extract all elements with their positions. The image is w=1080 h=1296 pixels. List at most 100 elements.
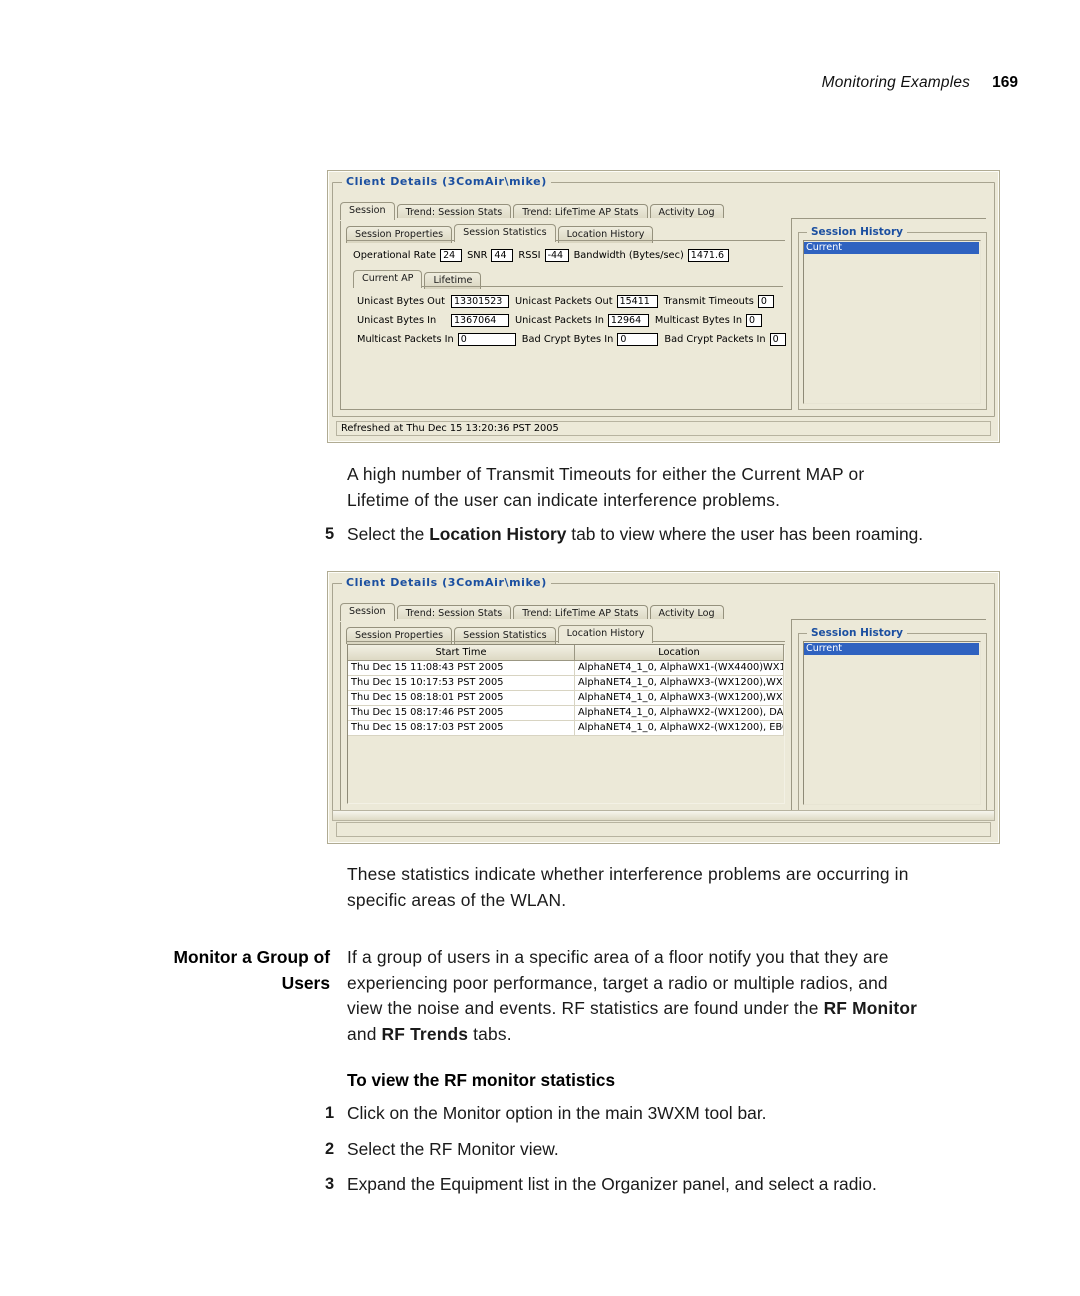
horizontal-scrollbar[interactable] bbox=[332, 810, 995, 821]
session-history-list[interactable]: Current bbox=[803, 240, 981, 404]
subheading-text: To view the RF monitor statistics bbox=[347, 1070, 616, 1090]
cell-start-time: Thu Dec 15 08:18:01 PST 2005 bbox=[348, 690, 575, 706]
unicast-bytes-out-label: Unicast Bytes Out bbox=[357, 296, 445, 307]
transmit-timeouts-value[interactable]: 0 bbox=[757, 295, 774, 308]
group-line-3: view the noise and events. RF statistics… bbox=[347, 996, 1019, 1022]
rssi-label: RSSI bbox=[518, 250, 541, 261]
step-2-text: Select the RF Monitor view. bbox=[347, 1138, 559, 1159]
paragraph-transmit-timeouts: A high number of Transmit Timeouts for e… bbox=[347, 462, 1019, 513]
status-bar-2 bbox=[336, 822, 991, 837]
numbered-steps-list: 1 Click on the Monitor option in the mai… bbox=[325, 1101, 1019, 1198]
step-1-text: Click on the Monitor option in the main … bbox=[347, 1103, 767, 1123]
unicast-packets-out-value[interactable]: 15411 bbox=[616, 295, 658, 308]
tab-current-ap[interactable]: Current AP bbox=[353, 270, 423, 288]
client-details-groupbox: Client Details (3ComAir\mike) Session Tr… bbox=[332, 175, 995, 417]
cell-location: AlphaNET4_1_0, AlphaWX1-(WX4400)WX1, … bbox=[574, 660, 784, 676]
snr-value[interactable]: 44 bbox=[491, 249, 514, 262]
unicast-bytes-out-value[interactable]: 13301523 bbox=[451, 295, 509, 308]
group-line-4-pre: and bbox=[347, 1023, 382, 1044]
session-history-group-2: Session History Current bbox=[798, 627, 987, 811]
rssi-value[interactable]: -44 bbox=[544, 249, 569, 262]
table-row[interactable]: Thu Dec 15 08:17:46 PST 2005 AlphaNET4_1… bbox=[348, 705, 784, 721]
tab-session-2[interactable]: Session bbox=[340, 603, 395, 621]
table-row[interactable]: Thu Dec 15 08:18:01 PST 2005 AlphaNET4_1… bbox=[348, 690, 784, 706]
location-history-table-body: Thu Dec 15 11:08:43 PST 2005 AlphaNET4_1… bbox=[348, 660, 784, 736]
group-line-4-post: tabs. bbox=[468, 1023, 512, 1044]
table-header-row: Start Time Location bbox=[348, 645, 784, 661]
unicast-packets-in-value[interactable]: 12964 bbox=[607, 314, 649, 327]
step-item: 2 Select the RF Monitor view. bbox=[325, 1137, 1019, 1163]
cell-location: AlphaNET4_1_0, AlphaWX3-(WX1200),WX3 … bbox=[574, 690, 784, 706]
client-details-groupbox-2: Client Details (3ComAir\mike) Session Tr… bbox=[332, 576, 995, 818]
session-history-title-2: Session History bbox=[807, 627, 908, 639]
column-start-time[interactable]: Start Time bbox=[348, 645, 575, 661]
table-row[interactable]: Thu Dec 15 10:17:53 PST 2005 AlphaNET4_1… bbox=[348, 675, 784, 691]
tab-location-history-2[interactable]: Location History bbox=[557, 625, 654, 643]
stats-row-3: Multicast Packets In 0 Bad Crypt Bytes I… bbox=[357, 333, 786, 346]
timeouts-line-2: Lifetime of the user can indicate interf… bbox=[347, 489, 781, 510]
multicast-bytes-in-label: Multicast Bytes In bbox=[654, 315, 743, 326]
screenshot-session-statistics: Client Details (3ComAir\mike) Session Tr… bbox=[327, 170, 1000, 443]
unicast-bytes-in-value[interactable]: 1367064 bbox=[451, 314, 509, 327]
group-line-3-pre: view the noise and events. RF statistics… bbox=[347, 998, 824, 1019]
inner-tab-underline bbox=[346, 240, 785, 241]
cell-location: AlphaNET4_1_0, AlphaWX2-(WX1200), EBC,… bbox=[574, 720, 784, 736]
stats-row-1: Unicast Bytes Out 13301523 Unicast Packe… bbox=[357, 295, 774, 308]
session-history-title: Session History bbox=[807, 226, 908, 238]
stats-row-2: Unicast Bytes In 1367064 Unicast Packets… bbox=[357, 314, 763, 327]
bad-crypt-bytes-in-label: Bad Crypt Bytes In bbox=[521, 334, 614, 345]
group-line-2: experiencing poor performance, target a … bbox=[347, 972, 888, 993]
step-2-number: 2 bbox=[325, 1139, 335, 1158]
cell-start-time: Thu Dec 15 08:17:46 PST 2005 bbox=[348, 705, 575, 721]
status-text: Refreshed at Thu Dec 15 13:20:36 PST 200… bbox=[341, 423, 559, 434]
table-row[interactable]: Thu Dec 15 11:08:43 PST 2005 AlphaNET4_1… bbox=[348, 660, 784, 676]
status-bar: Refreshed at Thu Dec 15 13:20:36 PST 200… bbox=[336, 421, 991, 436]
bad-crypt-packets-in-label: Bad Crypt Packets In bbox=[664, 334, 766, 345]
paragraph-monitor-group: If a group of users in a specific area o… bbox=[347, 945, 1019, 1047]
multicast-packets-in-value[interactable]: 0 bbox=[457, 333, 516, 346]
subheading-rf-monitor: To view the RF monitor statistics bbox=[347, 1068, 1019, 1093]
side-heading-line-1: Monitor a Group of bbox=[173, 947, 331, 967]
bandwidth-value[interactable]: 1471.6 bbox=[687, 249, 729, 262]
group-line-4: and RF Trends tabs. bbox=[347, 1022, 1019, 1048]
operational-rate-value[interactable]: 24 bbox=[440, 249, 463, 262]
session-history-item-current[interactable]: Current bbox=[804, 242, 979, 254]
step-5-post: tab to view where the user has been roam… bbox=[566, 524, 924, 544]
session-history-item-current-2[interactable]: Current bbox=[804, 643, 979, 655]
side-heading-line-2: Users bbox=[281, 972, 330, 993]
step-item: 1 Click on the Monitor option in the mai… bbox=[325, 1101, 1019, 1127]
bad-crypt-bytes-in-value[interactable]: 0 bbox=[617, 333, 659, 346]
unicast-packets-in-label: Unicast Packets In bbox=[515, 315, 604, 326]
location-history-table-wrap: Start Time Location Thu Dec 15 11:08:43 … bbox=[347, 644, 785, 804]
cell-start-time: Thu Dec 15 11:08:43 PST 2005 bbox=[348, 660, 575, 676]
page-number: 169 bbox=[992, 74, 1018, 91]
tab-session[interactable]: Session bbox=[340, 202, 395, 220]
session-history-list-2[interactable]: Current bbox=[803, 641, 981, 805]
screenshot-location-history: Client Details (3ComAir\mike) Session Tr… bbox=[327, 571, 1000, 844]
rf-trends-bold: RF Trends bbox=[381, 1023, 469, 1044]
location-history-table: Start Time Location Thu Dec 15 11:08:43 … bbox=[348, 645, 784, 736]
cell-location: AlphaNET4_1_0, AlphaWX3-(WX1200),WX3… bbox=[574, 675, 784, 691]
unicast-bytes-in-label: Unicast Bytes In bbox=[357, 315, 437, 326]
bad-crypt-packets-in-value[interactable]: 0 bbox=[769, 333, 786, 346]
document-title: Monitoring Examples bbox=[821, 74, 971, 91]
step-5: 5 Select the Location History tab to vie… bbox=[325, 522, 1019, 548]
paragraph-statistics-indicate: These statistics indicate whether interf… bbox=[347, 862, 1019, 913]
step-3-number: 3 bbox=[325, 1175, 335, 1194]
step-1-number: 1 bbox=[325, 1104, 335, 1122]
column-location[interactable]: Location bbox=[574, 645, 784, 661]
unicast-packets-out-label: Unicast Packets Out bbox=[515, 296, 613, 307]
rf-monitor-bold: RF Monitor bbox=[823, 998, 918, 1019]
stats-line-2: specific areas of the WLAN. bbox=[347, 889, 567, 910]
cell-location: AlphaNET4_1_0, AlphaWX2-(WX1200), DAP… bbox=[574, 705, 784, 721]
summary-field-row: Operational Rate 24 SNR 44 RSSI -44 Band… bbox=[353, 249, 729, 262]
step-item: 3 Expand the Equipment list in the Organ… bbox=[325, 1172, 1019, 1198]
client-details-title: Client Details (3ComAir\mike) bbox=[342, 175, 551, 188]
session-pane: Session Properties Session Statistics Lo… bbox=[340, 218, 792, 410]
tab-session-statistics[interactable]: Session Statistics bbox=[454, 224, 556, 242]
table-row[interactable]: Thu Dec 15 08:17:03 PST 2005 AlphaNET4_1… bbox=[348, 720, 784, 736]
step-5-number: 5 bbox=[325, 525, 335, 543]
group-line-1: If a group of users in a specific area o… bbox=[347, 947, 889, 967]
multicast-bytes-in-value[interactable]: 0 bbox=[746, 314, 763, 327]
bandwidth-label: Bandwidth (Bytes/sec) bbox=[573, 250, 684, 261]
